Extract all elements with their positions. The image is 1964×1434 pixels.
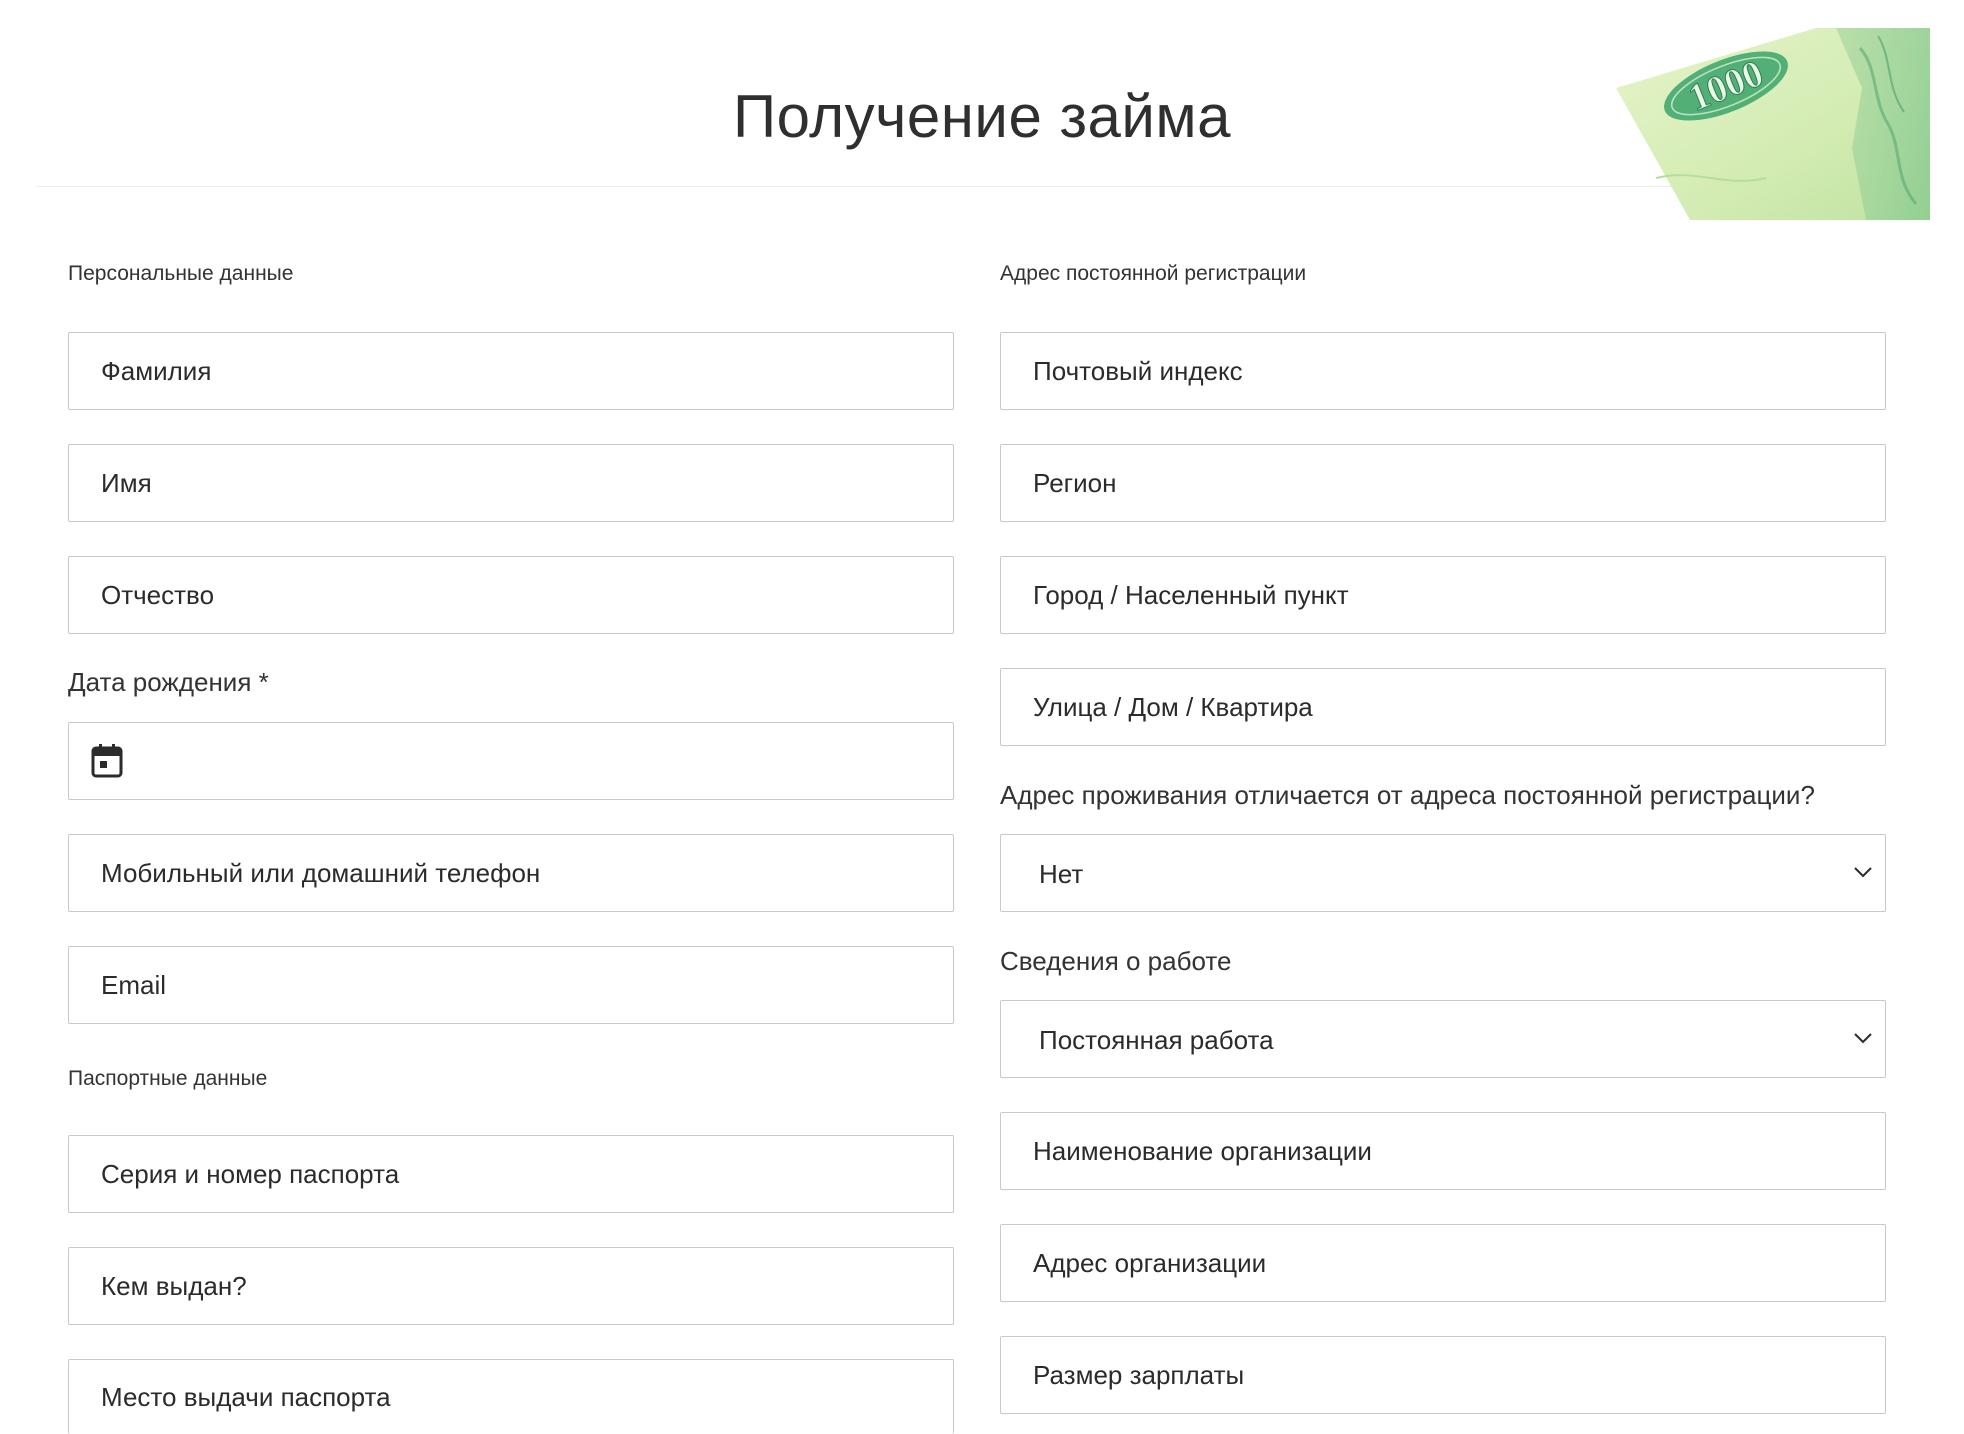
region-input[interactable] — [1001, 445, 1885, 521]
birth-date-field[interactable] — [68, 722, 954, 800]
salary-field[interactable] — [1000, 1336, 1886, 1414]
issue-place-input[interactable] — [69, 1360, 953, 1434]
postal-code-input[interactable] — [1001, 333, 1885, 409]
org-name-input[interactable] — [1001, 1113, 1885, 1189]
passport-number-input[interactable] — [69, 1136, 953, 1212]
issued-by-input[interactable] — [69, 1248, 953, 1324]
employment-value: Постоянная работа — [1039, 1025, 1274, 1055]
banknote-image: 1000 — [1616, 28, 1930, 220]
phone-field[interactable] — [68, 834, 954, 912]
street-field[interactable] — [1000, 668, 1886, 746]
work-info-label: Сведения о работе — [1000, 946, 1232, 976]
email-input[interactable] — [69, 947, 953, 1023]
phone-input[interactable] — [69, 835, 953, 911]
section-title-registration: Адрес постоянной регистрации — [1000, 262, 1307, 285]
city-input[interactable] — [1001, 557, 1885, 633]
org-name-field[interactable] — [1000, 1112, 1886, 1190]
street-input[interactable] — [1001, 669, 1885, 745]
first-name-input[interactable] — [69, 445, 953, 521]
passport-number-field[interactable] — [68, 1135, 954, 1213]
birth-date-label: Дата рождения * — [68, 667, 269, 697]
issued-by-field[interactable] — [68, 1247, 954, 1325]
chevron-down-icon — [1854, 1033, 1872, 1044]
city-field[interactable] — [1000, 556, 1886, 634]
postal-code-field[interactable] — [1000, 332, 1886, 410]
section-title-passport: Паспортные данные — [68, 1067, 268, 1090]
salary-input[interactable] — [1001, 1337, 1885, 1413]
calendar-icon[interactable] — [91, 744, 123, 778]
email-field[interactable] — [68, 946, 954, 1024]
patronymic-input[interactable] — [69, 557, 953, 633]
first-name-field[interactable] — [68, 444, 954, 522]
patronymic-field[interactable] — [68, 556, 954, 634]
residence-differs-select[interactable]: Нет — [1000, 834, 1886, 912]
chevron-down-icon — [1854, 867, 1872, 878]
residence-differs-label: Адрес проживания отличается от адреса по… — [1000, 780, 1815, 810]
last-name-field[interactable] — [68, 332, 954, 410]
issue-place-field[interactable] — [68, 1359, 954, 1434]
region-field[interactable] — [1000, 444, 1886, 522]
section-title-personal: Персональные данные — [68, 262, 294, 285]
org-address-input[interactable] — [1001, 1225, 1885, 1301]
last-name-input[interactable] — [69, 333, 953, 409]
residence-differs-value: Нет — [1039, 859, 1084, 889]
org-address-field[interactable] — [1000, 1224, 1886, 1302]
employment-select[interactable]: Постоянная работа — [1000, 1000, 1886, 1078]
